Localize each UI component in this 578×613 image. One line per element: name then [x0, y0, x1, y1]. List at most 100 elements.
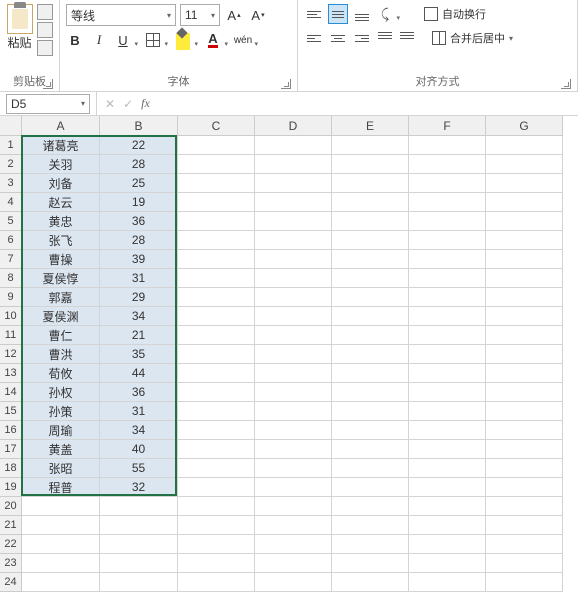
cell-E15[interactable]: [332, 402, 409, 421]
orientation-button[interactable]: ⤹: [376, 4, 394, 24]
cell-E24[interactable]: [332, 573, 409, 592]
row-header-10[interactable]: 10: [0, 307, 22, 326]
cell-F1[interactable]: [409, 136, 486, 155]
cell-E23[interactable]: [332, 554, 409, 573]
align-left-button[interactable]: [304, 28, 324, 48]
cell-E19[interactable]: [332, 478, 409, 497]
cell-A12[interactable]: 曹洪: [22, 345, 100, 364]
font-size-select[interactable]: 11▾: [180, 4, 220, 26]
row-header-15[interactable]: 15: [0, 402, 22, 421]
shrink-font-button[interactable]: A: [248, 5, 268, 25]
cell-B5[interactable]: 36: [100, 212, 178, 231]
cell-E20[interactable]: [332, 497, 409, 516]
cell-D4[interactable]: [255, 193, 332, 212]
row-header-2[interactable]: 2: [0, 155, 22, 174]
cell-D9[interactable]: [255, 288, 332, 307]
cell-A15[interactable]: 孙策: [22, 402, 100, 421]
column-header-A[interactable]: A: [22, 116, 100, 136]
cell-B9[interactable]: 29: [100, 288, 178, 307]
row-header-21[interactable]: 21: [0, 516, 22, 535]
cell-F11[interactable]: [409, 326, 486, 345]
cell-D22[interactable]: [255, 535, 332, 554]
cell-F23[interactable]: [409, 554, 486, 573]
cell-C20[interactable]: [178, 497, 255, 516]
cell-E13[interactable]: [332, 364, 409, 383]
increase-indent-button[interactable]: [398, 28, 416, 48]
clipboard-launcher[interactable]: [43, 79, 53, 89]
cell-E9[interactable]: [332, 288, 409, 307]
cell-G12[interactable]: [486, 345, 563, 364]
cell-B15[interactable]: 31: [100, 402, 178, 421]
cell-A8[interactable]: 夏侯惇: [22, 269, 100, 288]
cell-A24[interactable]: [22, 573, 100, 592]
cell-C22[interactable]: [178, 535, 255, 554]
cell-F14[interactable]: [409, 383, 486, 402]
font-launcher[interactable]: [281, 79, 291, 89]
cell-G13[interactable]: [486, 364, 563, 383]
cell-G4[interactable]: [486, 193, 563, 212]
cell-F5[interactable]: [409, 212, 486, 231]
cell-F12[interactable]: [409, 345, 486, 364]
cell-E16[interactable]: [332, 421, 409, 440]
align-launcher[interactable]: [561, 79, 571, 89]
cell-E22[interactable]: [332, 535, 409, 554]
cell-G24[interactable]: [486, 573, 563, 592]
cell-B16[interactable]: 34: [100, 421, 178, 440]
cell-D14[interactable]: [255, 383, 332, 402]
cell-D13[interactable]: [255, 364, 332, 383]
cell-A18[interactable]: 张昭: [22, 459, 100, 478]
row-header-23[interactable]: 23: [0, 554, 22, 573]
column-header-E[interactable]: E: [332, 116, 409, 136]
cell-A1[interactable]: 诸葛亮: [22, 136, 100, 155]
accept-formula-icon[interactable]: ✓: [123, 97, 133, 111]
cell-G17[interactable]: [486, 440, 563, 459]
grow-font-button[interactable]: A: [224, 5, 244, 25]
cell-G18[interactable]: [486, 459, 563, 478]
cell-C9[interactable]: [178, 288, 255, 307]
border-button[interactable]: [144, 30, 162, 50]
cell-C10[interactable]: [178, 307, 255, 326]
fx-icon[interactable]: fx: [141, 96, 150, 111]
cell-G9[interactable]: [486, 288, 563, 307]
cell-E21[interactable]: [332, 516, 409, 535]
cell-D16[interactable]: [255, 421, 332, 440]
paste-button[interactable]: 粘贴: [6, 4, 33, 51]
cell-E5[interactable]: [332, 212, 409, 231]
cell-B21[interactable]: [100, 516, 178, 535]
cell-B12[interactable]: 35: [100, 345, 178, 364]
cell-A9[interactable]: 郭嘉: [22, 288, 100, 307]
cell-E2[interactable]: [332, 155, 409, 174]
row-header-22[interactable]: 22: [0, 535, 22, 554]
cell-F7[interactable]: [409, 250, 486, 269]
row-header-18[interactable]: 18: [0, 459, 22, 478]
cell-C6[interactable]: [178, 231, 255, 250]
cell-A11[interactable]: 曹仁: [22, 326, 100, 345]
cell-E17[interactable]: [332, 440, 409, 459]
cell-E12[interactable]: [332, 345, 409, 364]
cell-F2[interactable]: [409, 155, 486, 174]
cell-G5[interactable]: [486, 212, 563, 231]
row-header-7[interactable]: 7: [0, 250, 22, 269]
column-header-G[interactable]: G: [486, 116, 563, 136]
cell-A6[interactable]: 张飞: [22, 231, 100, 250]
cell-G16[interactable]: [486, 421, 563, 440]
underline-button[interactable]: U: [114, 30, 132, 50]
cell-B24[interactable]: [100, 573, 178, 592]
cell-E1[interactable]: [332, 136, 409, 155]
cell-B3[interactable]: 25: [100, 174, 178, 193]
cell-D19[interactable]: [255, 478, 332, 497]
cell-B23[interactable]: [100, 554, 178, 573]
cell-D8[interactable]: [255, 269, 332, 288]
column-header-F[interactable]: F: [409, 116, 486, 136]
row-header-20[interactable]: 20: [0, 497, 22, 516]
cell-D12[interactable]: [255, 345, 332, 364]
cell-D15[interactable]: [255, 402, 332, 421]
cell-C8[interactable]: [178, 269, 255, 288]
cell-C11[interactable]: [178, 326, 255, 345]
cell-D11[interactable]: [255, 326, 332, 345]
format-painter-button[interactable]: [37, 40, 53, 56]
font-name-select[interactable]: 等线▾: [66, 4, 176, 26]
cell-G15[interactable]: [486, 402, 563, 421]
cell-D6[interactable]: [255, 231, 332, 250]
cell-C16[interactable]: [178, 421, 255, 440]
